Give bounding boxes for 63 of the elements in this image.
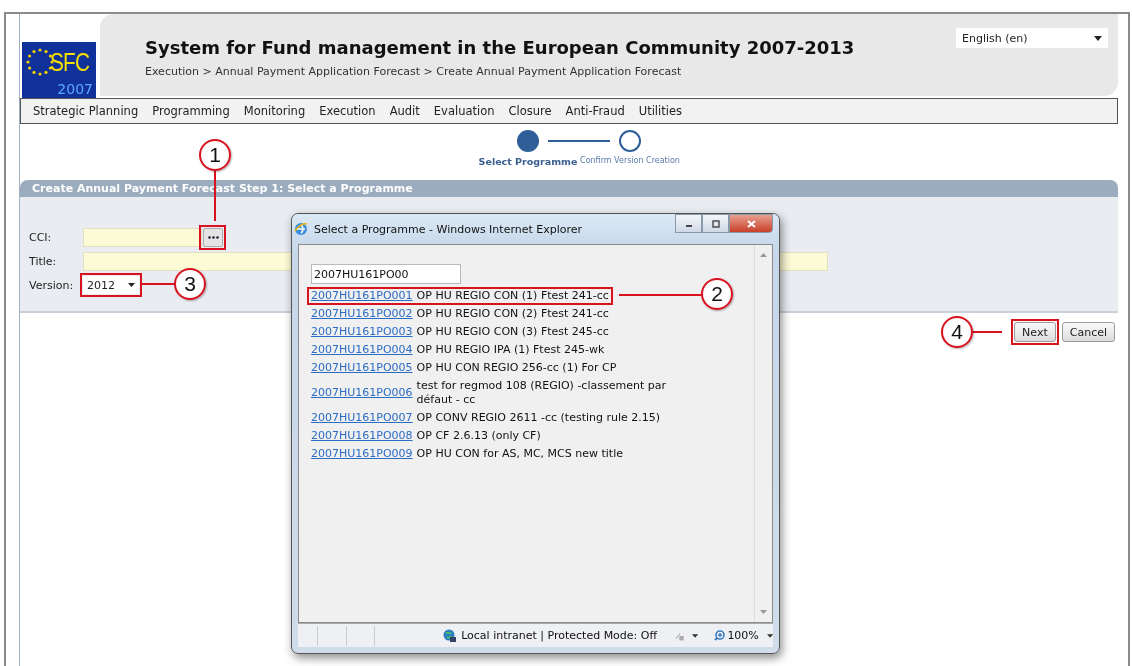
- window-title: Select a Programme - Windows Internet Explorer: [314, 222, 584, 236]
- menu-item[interactable]: Strategic Planning: [33, 104, 139, 118]
- menu-item[interactable]: Monitoring: [243, 104, 306, 118]
- search-field[interactable]: 2007HU161PO00: [311, 264, 461, 284]
- language-select[interactable]: English (en): [956, 28, 1108, 48]
- menu-item[interactable]: Audit: [389, 104, 420, 118]
- programme-title: OP HU CON REGIO 256-cc (1) For CP: [416, 361, 617, 375]
- field-label: CCI:: [29, 230, 53, 244]
- cci-field[interactable]: [83, 227, 202, 247]
- page-title: System for Fund management in the European Community 2007-2013: [145, 36, 855, 60]
- programme-title: OP HU REGIO CON (1) Ftest 241-cc: [416, 289, 609, 303]
- maximize-button[interactable]: [702, 214, 729, 233]
- globe-icon: [443, 628, 458, 643]
- button[interactable]: Cancel: [1061, 322, 1115, 342]
- button[interactable]: Next: [1014, 322, 1056, 342]
- menu-item[interactable]: Closure: [508, 104, 552, 118]
- programme-title: OP HU REGIO CON (2) Ftest 241-cc: [416, 307, 609, 321]
- programme-link[interactable]: 2007HU161PO006: [311, 386, 413, 400]
- zoom-icon: [714, 630, 726, 641]
- programme-link[interactable]: 2007HU161PO007: [311, 411, 413, 425]
- programme-title: OP HU REGIO IPA (1) Ftest 245-wk: [416, 343, 605, 357]
- field-label: Version:: [29, 278, 75, 292]
- step-label: Select Programme: [478, 156, 578, 167]
- step-label: Confirm Version Creation: [580, 156, 680, 165]
- programme-link[interactable]: 2007HU161PO001: [311, 289, 413, 303]
- programme-link[interactable]: 2007HU161PO005: [311, 361, 413, 375]
- status-text: Local intranet | Protected Mode: Off: [461, 629, 658, 642]
- scroll-up-icon: [760, 253, 767, 257]
- browser-icon: [294, 222, 308, 236]
- zoom-control[interactable]: 100%: [714, 629, 759, 642]
- close-button[interactable]: [729, 214, 773, 233]
- programme-title: OP HU REGIO CON (3) Ftest 245-cc: [416, 325, 609, 339]
- caret-icon: [128, 283, 135, 287]
- programme-title: test for regmod 108 (REGIO) -classement par défaut - cc: [416, 379, 667, 407]
- menu-item[interactable]: Programming: [152, 104, 230, 118]
- minimize-button[interactable]: [675, 214, 702, 233]
- logo-year: 2007: [57, 81, 93, 97]
- version-select[interactable]: 2012: [83, 276, 139, 294]
- logo-text: SFC: [50, 48, 90, 76]
- programme-link[interactable]: 2007HU161PO004: [311, 343, 413, 357]
- caret-icon: [766, 633, 773, 638]
- programme-link[interactable]: 2007HU161PO009: [311, 447, 413, 461]
- maximize-icon: [711, 219, 720, 228]
- caret-icon: [692, 633, 699, 638]
- close-icon: [746, 219, 756, 228]
- caret-icon: [1094, 35, 1102, 41]
- leader-line: [214, 171, 216, 221]
- field-label: Title:: [29, 254, 58, 268]
- leader-line: [973, 331, 1002, 333]
- menu-item[interactable]: Execution: [319, 104, 376, 118]
- scroll-down-icon: [760, 610, 767, 614]
- programme-title: OP HU CON for AS, MC, MCS new title: [416, 447, 623, 461]
- programme-title: OP CONV REGIO 2611 -cc (testing rule 2.15): [416, 411, 661, 425]
- programme-link[interactable]: 2007HU161PO003: [311, 325, 413, 339]
- step-connector: [548, 140, 610, 142]
- menu-item[interactable]: Evaluation: [433, 104, 495, 118]
- programme-title: OP CF 2.6.13 (only CF): [416, 429, 541, 443]
- programme-link[interactable]: 2007HU161PO008: [311, 429, 413, 443]
- ellipsis-icon: [207, 235, 219, 239]
- menu-item[interactable]: Utilities: [638, 104, 683, 118]
- menu-item[interactable]: Anti-Fraud: [565, 104, 625, 118]
- programme-link[interactable]: 2007HU161PO002: [311, 307, 413, 321]
- breadcrumb: Execution > Annual Payment Application Forecast > Create Annual Payment Application Forecast: [145, 65, 683, 78]
